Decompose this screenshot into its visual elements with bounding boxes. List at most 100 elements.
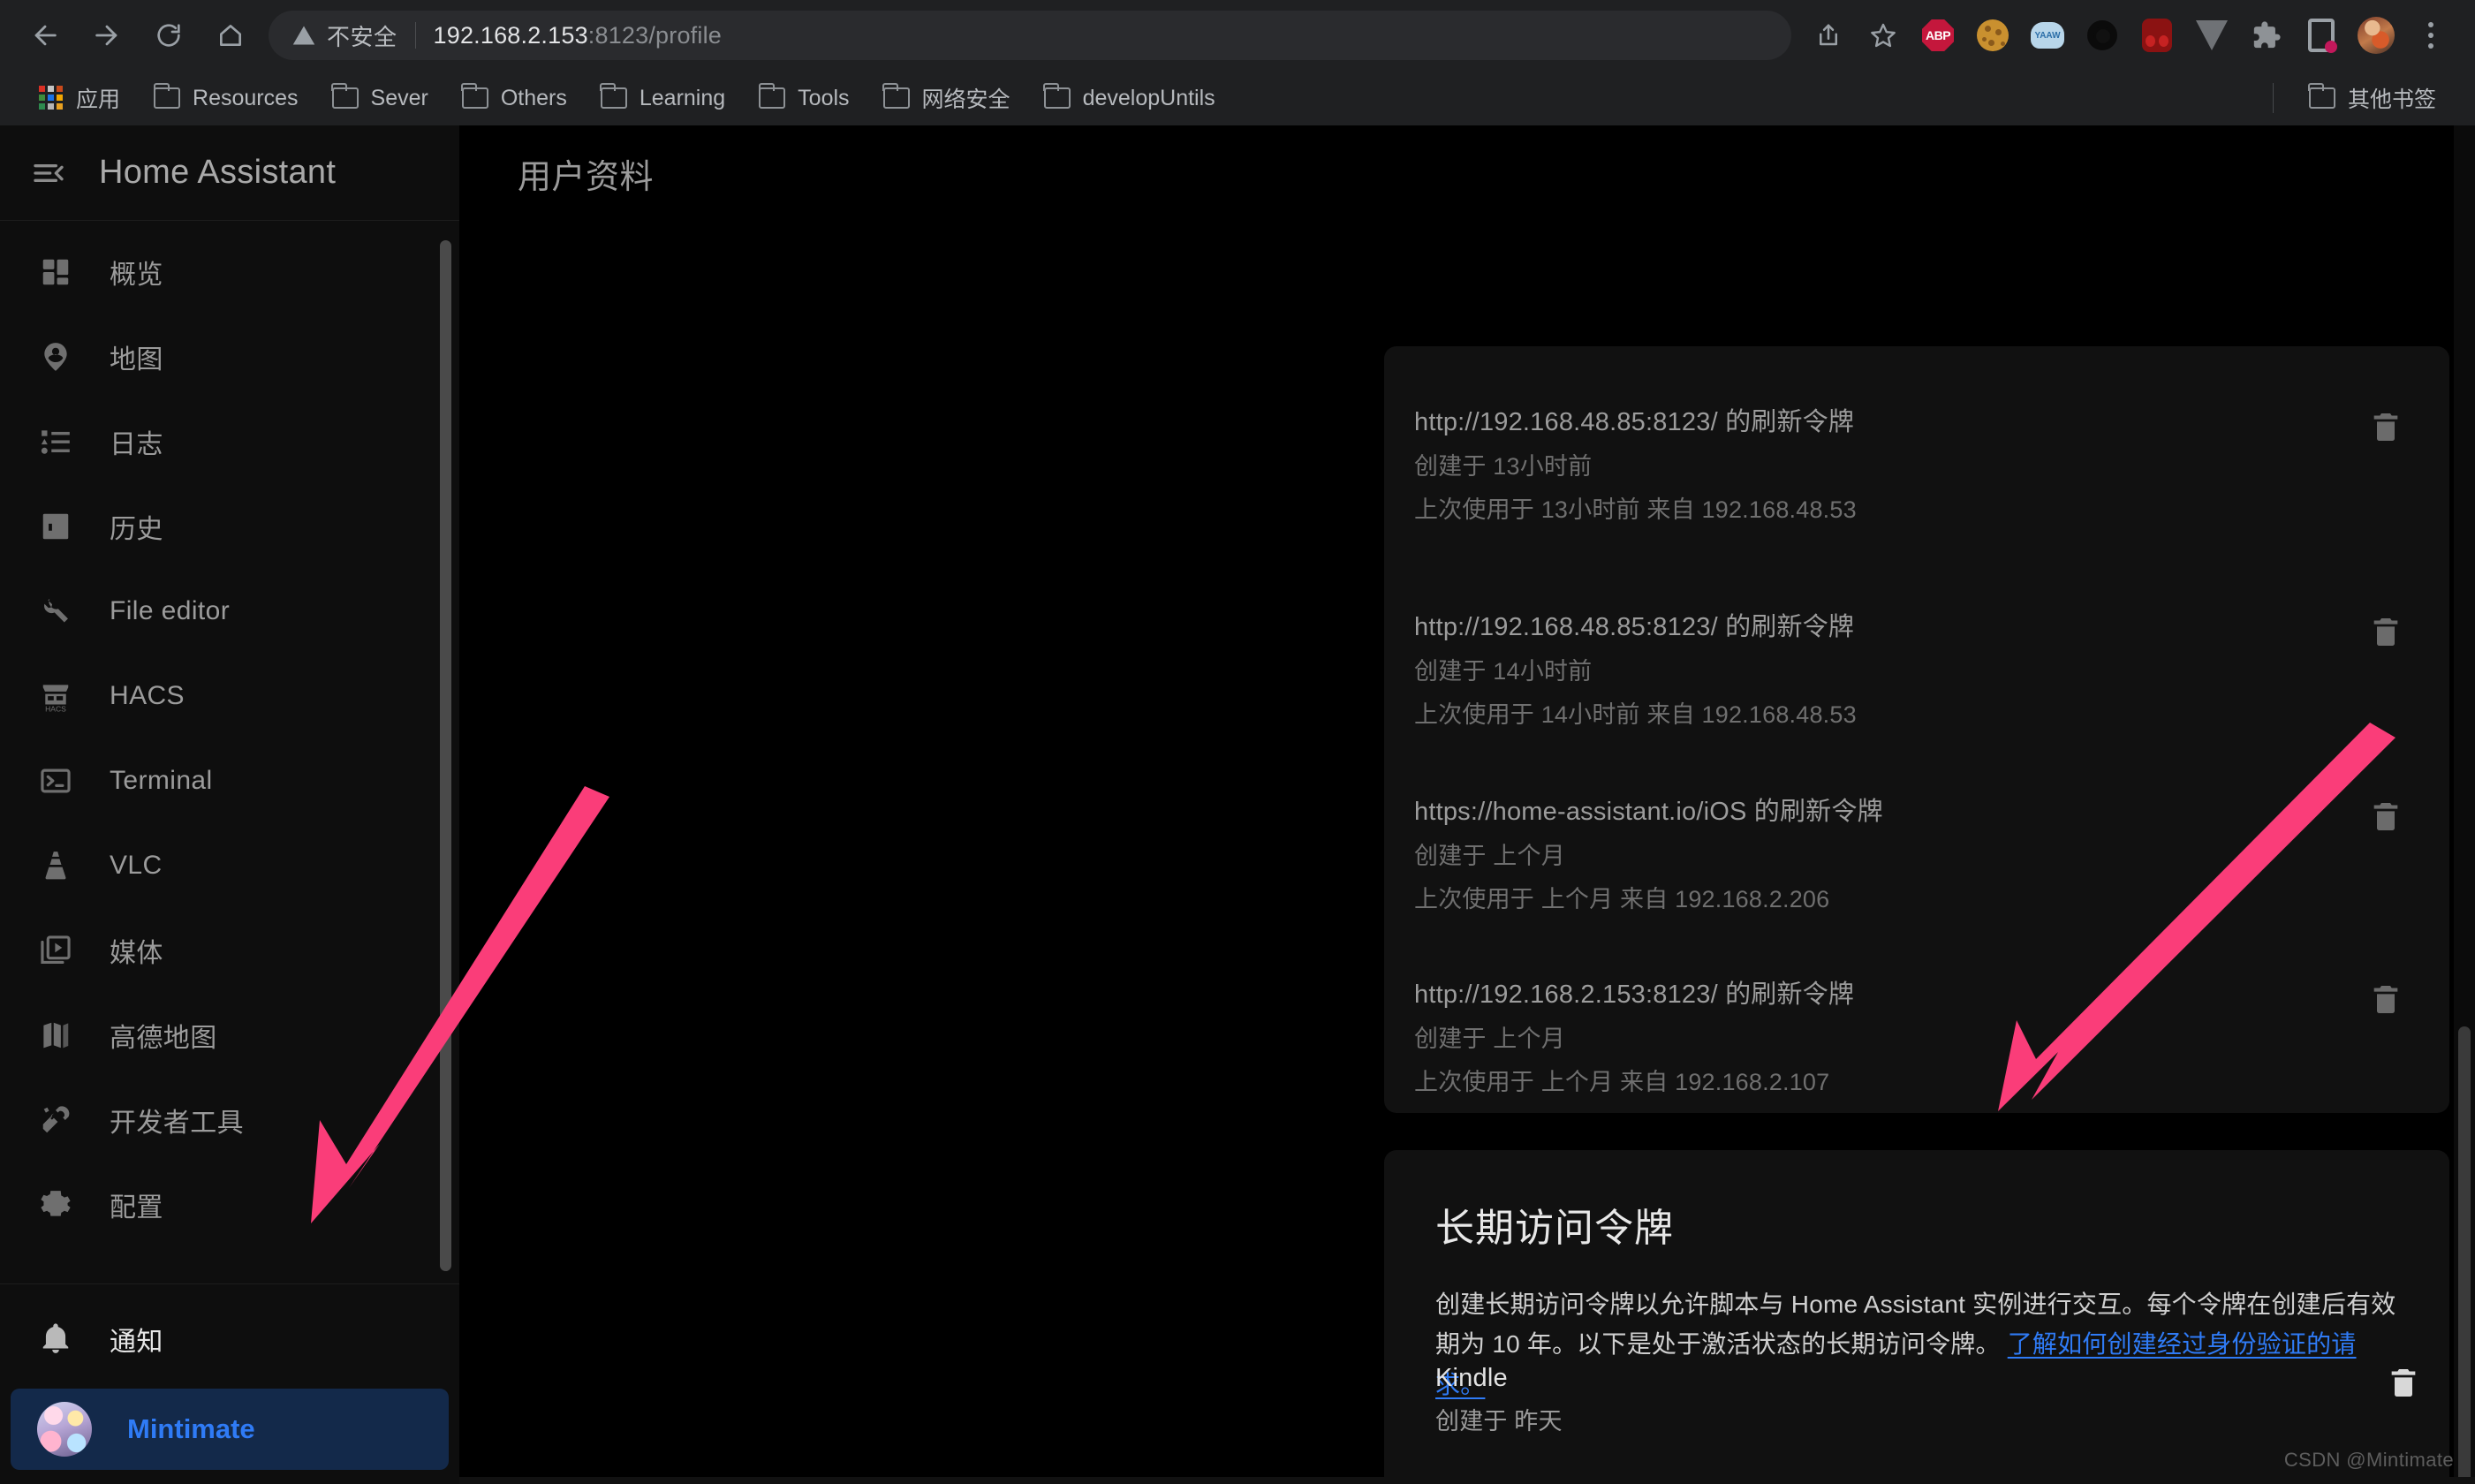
delete-trash-icon[interactable] [2368,406,2403,447]
bookmark-others[interactable]: Others [448,80,581,117]
sidebar-item-media[interactable]: 媒体 [0,908,459,993]
home-icon[interactable] [205,10,256,61]
bookmark-label: Others [500,85,567,110]
sidebar-title: Home Assistant [99,154,337,191]
sidebar-item-label: 地图 [110,345,163,375]
wrench-icon [39,594,72,628]
profile-avatar[interactable] [2351,11,2401,60]
sidebar-item-label: 高德地图 [110,1024,217,1053]
sidebar-item-file-editor[interactable]: File editor [0,569,459,654]
bookmark-label: Learning [639,85,726,110]
delete-trash-icon[interactable] [2368,611,2403,652]
page-body: Home Assistant 概览 地图 日志 历史 File editor H… [0,125,2475,1484]
address-bar[interactable]: 不安全 192.168.2.153:8123/profile [269,11,1791,60]
url-host: 192.168.2.153 [433,21,588,49]
cookie-extension-icon[interactable] [1968,11,2017,60]
sidebar-item-settings[interactable]: 配置 [0,1162,459,1247]
red-extension-icon[interactable] [2132,11,2182,60]
cog-icon [39,1188,72,1222]
folder-icon [2308,83,2335,109]
sidebar-item-vlc[interactable]: VLC [0,823,459,908]
sidebar-scrollbar[interactable] [440,240,451,1271]
delete-trash-icon[interactable] [2368,979,2403,1019]
adblock-plus-extension-icon[interactable]: ABP [1913,11,1963,60]
bookmark-learning[interactable]: Learning [587,80,739,117]
table-row[interactable]: http://192.168.2.153:8123/ 的刷新令牌 创建于 上个月… [1384,973,2449,1097]
sidebar-item-developer-tools[interactable]: 开发者工具 [0,1078,459,1162]
long-term-access-token-card: 长期访问令牌 创建长期访问令牌以允许脚本与 Home Assistant 实例进… [1384,1150,2449,1484]
omnibox-divider [414,22,416,49]
token-title: http://192.168.2.153:8123/ 的刷新令牌 [1414,980,1855,1009]
sidebar-item-logbook[interactable]: 日志 [0,399,459,484]
delete-trash-icon[interactable] [2368,796,2403,837]
dashboard-view-icon [39,255,72,289]
vue-devtools-extension-icon[interactable] [2187,11,2237,60]
cast-device-icon[interactable] [2297,11,2346,60]
toolbar-right-icons: ABP YAAW [1804,11,2456,60]
sidebar-item-terminal[interactable]: Terminal [0,738,459,823]
token-last-used: 上次使用于 13小时前 来自 192.168.48.53 [1414,496,1857,523]
yaaw-cloud-extension-icon[interactable]: YAAW [2023,11,2072,60]
bookmark-developuntils[interactable]: developUntils [1030,80,1230,117]
token-last-used: 上次使用于 上个月 来自 192.168.2.206 [1414,886,1830,912]
hammer-wrench-icon [39,1103,72,1137]
folder-icon [331,83,359,109]
folder-icon [882,83,910,109]
bookmark-tools[interactable]: Tools [745,80,863,117]
folder-icon [758,83,786,109]
card-title: 长期访问令牌 [1435,1207,1674,1250]
bookmark-network-security[interactable]: 网络安全 [869,77,1025,119]
table-row[interactable]: https://home-assistant.io/iOS 的刷新令牌 创建于 … [1384,791,2449,914]
delete-trash-icon[interactable] [2386,1362,2421,1403]
bookmark-label: 其他书签 [2347,87,2436,112]
token-title: http://192.168.48.85:8123/ 的刷新令牌 [1414,408,1855,436]
opera-like-extension-icon[interactable] [2078,11,2127,60]
format-list-bulleted-icon [39,425,72,458]
url-text: 192.168.2.153:8123/profile [434,22,722,49]
hacs-storefront-icon: HACS [39,679,72,713]
sidebar-item-label: 日志 [110,430,163,459]
apps-grid-icon [39,86,64,110]
table-row[interactable]: http://192.168.48.85:8123/ 的刷新令牌 创建于 13小… [1384,401,2449,525]
map-icon [39,1018,72,1052]
bookmark-sever[interactable]: Sever [318,80,443,117]
bookmark-star-icon[interactable] [1858,11,1908,60]
token-title: http://192.168.48.85:8123/ 的刷新令牌 [1414,613,1855,641]
token-created: 创建于 14小时前 [1414,658,1593,685]
bookmark-resources[interactable]: Resources [140,80,313,117]
bookmark-other-bookmarks[interactable]: 其他书签 [2295,77,2450,119]
sidebar-item-history[interactable]: 历史 [0,484,459,569]
token-last-used: 上次使用于 上个月 来自 192.168.2.107 [1414,1069,1830,1095]
back-arrow-icon[interactable] [19,10,71,61]
hamburger-collapse-icon[interactable] [28,155,69,191]
share-icon[interactable] [1804,11,1853,60]
content-vertical-scrollbar[interactable] [2454,125,2475,1484]
sidebar-item-label: 媒体 [110,939,163,968]
bookmarks-divider [2272,83,2274,113]
sidebar-item-label: Terminal [110,766,213,795]
profile-content: 用户资料 http://192.168.48.85:8123/ 的刷新令牌 创建… [459,125,2475,1484]
sidebar-item-label: 开发者工具 [110,1109,244,1138]
bookmark-apps[interactable]: 应用 [25,77,134,119]
chrome-menu-icon[interactable] [2406,11,2456,60]
play-box-multiple-icon [39,934,72,967]
sidebar-item-amap[interactable]: 高德地图 [0,993,459,1078]
chart-box-icon [39,510,72,543]
token-created: 创建于 上个月 [1414,843,1565,869]
forward-arrow-icon[interactable] [81,10,132,61]
sidebar-item-overview[interactable]: 概览 [0,230,459,314]
content-horizontal-scrollbar[interactable] [459,1477,2475,1484]
folder-icon [153,83,181,109]
token-created: 创建于 13小时前 [1414,453,1593,480]
puzzle-extensions-icon[interactable] [2242,11,2291,60]
sidebar-item-label: VLC [110,851,163,880]
sidebar-item-user-profile[interactable]: Mintimate [11,1389,449,1470]
sidebar-item-label: 概览 [110,261,163,290]
sidebar-item-notifications[interactable]: 通知 [0,1297,459,1382]
list-item[interactable]: Kindle 创建于 昨天 [1405,1364,2449,1436]
reload-icon[interactable] [143,10,194,61]
ha-sidebar: Home Assistant 概览 地图 日志 历史 File editor H… [0,125,459,1484]
sidebar-item-hacs[interactable]: HACS HACS [0,654,459,738]
sidebar-item-map-person[interactable]: 地图 [0,314,459,399]
table-row[interactable]: http://192.168.48.85:8123/ 的刷新令牌 创建于 14小… [1384,606,2449,730]
